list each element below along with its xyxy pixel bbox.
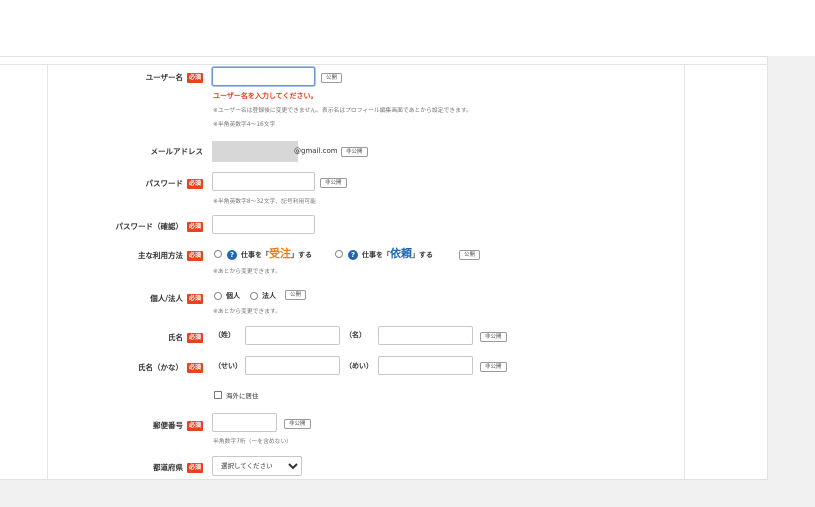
password-confirm-label: パスワード（確認） 必須: [115, 221, 203, 232]
private-tag: 非公開: [284, 419, 311, 429]
private-tag: 非公開: [480, 332, 507, 342]
private-tag: 非公開: [320, 178, 347, 188]
private-tag: 非公開: [480, 362, 507, 372]
postal-note: 半角数字7桁（ーを含めない）: [213, 439, 293, 445]
last-name-kana-input[interactable]: [245, 356, 340, 375]
usage-option-request[interactable]: 仕事を「依頼」する: [362, 247, 433, 262]
postal-label: 郵便番号 必須: [152, 420, 203, 431]
prefecture-select[interactable]: 選択してください: [212, 456, 302, 476]
last-name-label: （姓）: [214, 331, 235, 339]
masked-email-value: [212, 141, 298, 162]
required-badge: 必須: [186, 250, 203, 261]
password-note: ※半角英数字8～32文字、記号利用可能: [213, 199, 316, 205]
last-name-input[interactable]: [245, 326, 340, 345]
divider: [0, 64, 768, 65]
usage-radio-receive[interactable]: [214, 250, 222, 258]
username-note: ※ユーザー名は登録後に変更できません。表示名はプロフィール編集画面であとから設定…: [213, 108, 472, 114]
required-badge: 必須: [186, 178, 203, 189]
entity-note: ※あとから変更できます。: [213, 309, 282, 315]
required-badge: 必須: [186, 362, 203, 373]
usage-label: 主な利用方法 必須: [137, 250, 203, 261]
postal-input[interactable]: [212, 413, 277, 432]
divider: [47, 65, 48, 479]
public-tag: 公開: [321, 73, 343, 83]
question-circle-icon[interactable]: ?: [348, 250, 358, 260]
name-label: 氏名 必須: [167, 332, 203, 343]
entity-option-corporate[interactable]: 法人: [262, 291, 276, 301]
prefecture-label: 都道府県 必須: [152, 462, 203, 473]
email-label: メールアドレス: [150, 147, 204, 156]
public-tag: 公開: [459, 250, 481, 260]
required-badge: 必須: [186, 72, 203, 83]
usage-radio-request[interactable]: [335, 250, 343, 258]
email-domain: @gmail.com: [294, 147, 338, 155]
form-panel: [0, 56, 768, 480]
required-badge: 必須: [186, 420, 203, 431]
divider: [684, 65, 685, 479]
overseas-checkbox[interactable]: [214, 391, 222, 399]
password-label: パスワード 必須: [145, 178, 203, 189]
username-length-note: ※半角英数字4～16文字: [213, 122, 276, 128]
required-badge: 必須: [186, 462, 203, 473]
entity-label: 個人/法人 必須: [150, 293, 203, 304]
overseas-label[interactable]: 海外に居住: [226, 390, 259, 400]
username-input[interactable]: [212, 67, 315, 86]
first-name-input[interactable]: [378, 326, 473, 345]
entity-radio-corporate[interactable]: [250, 292, 258, 300]
required-badge: 必須: [186, 332, 203, 343]
question-circle-icon[interactable]: ?: [227, 250, 237, 260]
usage-note: ※あとから変更できます。: [213, 269, 282, 275]
entity-radio-individual[interactable]: [214, 292, 222, 300]
private-tag: 非公開: [341, 147, 368, 157]
required-badge: 必須: [186, 221, 203, 232]
last-name-kana-label: （せい）: [214, 362, 242, 370]
public-tag: 公開: [285, 290, 307, 300]
name-kana-label: 氏名（かな） 必須: [137, 362, 203, 373]
username-label: ユーザー名 必須: [145, 72, 203, 83]
top-bar: [0, 0, 815, 56]
first-name-kana-input[interactable]: [378, 356, 473, 375]
password-input[interactable]: [212, 172, 315, 191]
password-confirm-input[interactable]: [212, 215, 315, 234]
first-name-kana-label: （めい）: [345, 362, 373, 370]
first-name-label: （名）: [345, 331, 366, 339]
usage-option-receive[interactable]: 仕事を「受注」する: [241, 247, 312, 262]
username-error: ユーザー名を入力してください。: [213, 92, 318, 100]
entity-option-individual[interactable]: 個人: [226, 291, 240, 301]
required-badge: 必須: [186, 293, 203, 304]
